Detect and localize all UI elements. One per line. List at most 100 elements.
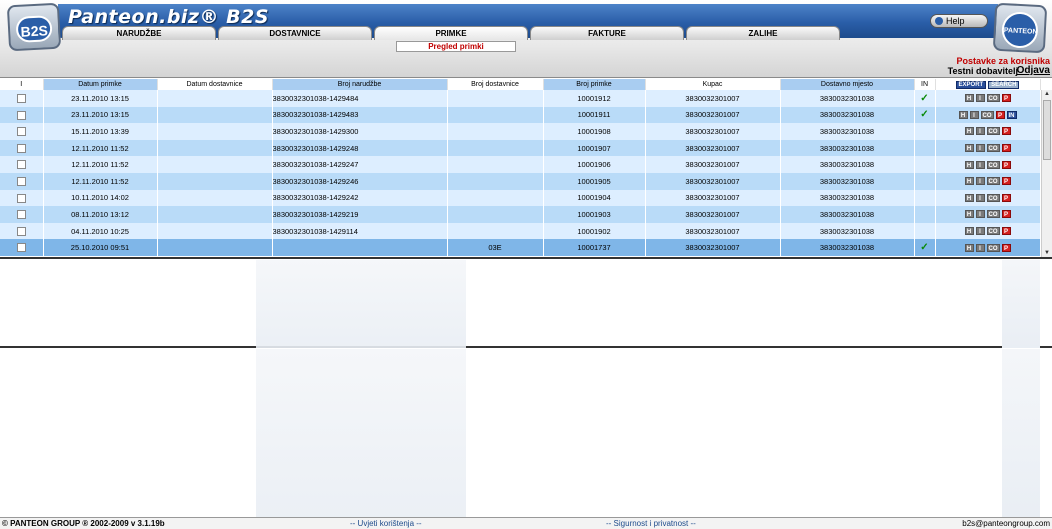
action-h-button[interactable]: H — [964, 94, 974, 103]
cell-dostavno-mjesto: 3830032301038 — [780, 106, 915, 124]
table-row[interactable]: 04.11.2010 10:25 3830032301038-1429114 100… — [0, 222, 1041, 240]
col-header-kupac[interactable]: Kupac — [645, 79, 781, 90]
col-header-i[interactable]: I — [0, 79, 44, 90]
cell-kupac: 3830032301007 — [645, 106, 781, 124]
action-p-button[interactable]: P — [1001, 210, 1011, 219]
action-in-button[interactable]: IN — [1006, 110, 1017, 119]
cell-in-status: ✓ — [914, 239, 936, 256]
table-row[interactable]: 23.11.2010 13:15 3830032301038-1429484 100… — [0, 90, 1041, 107]
scroll-up-icon[interactable]: ▲ — [1044, 91, 1050, 97]
scroll-thumb[interactable] — [1043, 100, 1051, 160]
table-row[interactable]: 12.11.2010 11:52 3830032301038-1429248 100… — [0, 139, 1041, 157]
action-p-button[interactable]: P — [1001, 227, 1011, 236]
table-row[interactable]: 15.11.2010 13:39 3830032301038-1429300 100… — [0, 123, 1041, 140]
tab-fakture[interactable]: FAKTURE — [530, 26, 684, 40]
col-header-broj-dostavnice[interactable]: Broj dostavnice — [447, 79, 544, 90]
cell-datum-primke: 12.11.2010 11:52 — [43, 139, 158, 157]
row-checkbox[interactable] — [16, 210, 26, 220]
action-p-button[interactable]: P — [995, 110, 1005, 119]
cell-kupac: 3830032301007 — [645, 139, 781, 157]
action-i-button[interactable]: I — [975, 210, 985, 219]
table-row[interactable]: 23.11.2010 13:15 3830032301038-1429483 100… — [0, 106, 1041, 124]
cell-broj-narudzbe: 3830032301038-1429114 — [272, 222, 448, 240]
action-co-button[interactable]: CO — [980, 110, 994, 119]
action-i-button[interactable]: I — [975, 227, 985, 236]
action-h-button[interactable]: H — [964, 227, 974, 236]
export-button[interactable]: EXPORT — [955, 81, 987, 89]
grid-scrollbar[interactable]: ▲ ▼ — [1041, 90, 1052, 257]
contact-email[interactable]: b2s@panteongroup.com — [962, 519, 1050, 528]
row-checkbox[interactable] — [16, 160, 26, 170]
row-checkbox[interactable] — [16, 127, 26, 137]
row-checkbox[interactable] — [16, 177, 26, 187]
row-checkbox[interactable] — [16, 226, 26, 236]
cell-broj-dostavnice — [447, 172, 544, 190]
action-co-button[interactable]: CO — [986, 193, 1000, 202]
action-p-button[interactable]: P — [1001, 243, 1011, 252]
action-i-button[interactable]: I — [975, 177, 985, 186]
action-co-button[interactable]: CO — [986, 177, 1000, 186]
action-i-button[interactable]: I — [975, 144, 985, 153]
table-row[interactable]: 12.11.2010 11:52 3830032301038-1429247 100… — [0, 156, 1041, 173]
action-p-button[interactable]: P — [1001, 94, 1011, 103]
tab-zalihe[interactable]: ZALIHE — [686, 26, 840, 40]
table-row[interactable]: 10.11.2010 14:02 3830032301038-1429242 100… — [0, 189, 1041, 207]
action-co-button[interactable]: CO — [986, 144, 1000, 153]
action-p-button[interactable]: P — [1001, 177, 1011, 186]
col-header-dostavno-mjesto[interactable]: Dostavno mjesto — [780, 79, 915, 90]
action-i-button[interactable]: I — [975, 160, 985, 169]
action-h-button[interactable]: H — [964, 243, 974, 252]
row-checkbox[interactable] — [16, 110, 26, 120]
tab-narudzbe[interactable]: NARUDŽBE — [62, 26, 216, 40]
tab-primke[interactable]: PRIMKE — [374, 26, 528, 40]
action-co-button[interactable]: CO — [986, 160, 1000, 169]
subtab-pregled-primki[interactable]: Pregled primki — [396, 41, 516, 52]
action-co-button[interactable]: CO — [986, 94, 1000, 103]
help-button[interactable]: Help — [930, 14, 988, 28]
logout-link[interactable]: Odjava — [1017, 65, 1050, 76]
row-checkbox[interactable] — [16, 94, 26, 104]
action-h-button[interactable]: H — [964, 144, 974, 153]
col-header-broj-primke[interactable]: Broj primke — [543, 79, 646, 90]
action-p-button[interactable]: P — [1001, 127, 1011, 136]
col-header-broj-narudzbe[interactable]: Broj narudžbe — [272, 79, 448, 90]
action-i-button[interactable]: I — [975, 193, 985, 202]
privacy-link[interactable]: -- Sigurnost i privatnost -- — [606, 519, 696, 528]
receipts-grid: I Datum primke Datum dostavnice Broj nar… — [0, 79, 1052, 259]
action-p-button[interactable]: P — [1001, 144, 1011, 153]
action-p-button[interactable]: P — [1001, 160, 1011, 169]
action-co-button[interactable]: CO — [986, 227, 1000, 236]
action-co-button[interactable]: CO — [986, 243, 1000, 252]
cell-datum-dostavnice — [157, 172, 273, 190]
action-co-button[interactable]: CO — [986, 127, 1000, 136]
table-row[interactable]: 08.11.2010 13:12 3830032301038-1429219 100… — [0, 206, 1041, 223]
action-h-button[interactable]: H — [964, 127, 974, 136]
action-h-button[interactable]: H — [964, 210, 974, 219]
cell-datum-dostavnice — [157, 106, 273, 124]
tab-dostavnice[interactable]: DOSTAVNICE — [218, 26, 372, 40]
action-p-button[interactable]: P — [1001, 193, 1011, 202]
action-h-button[interactable]: H — [958, 110, 968, 119]
table-row[interactable]: 12.11.2010 11:52 3830032301038-1429246 100… — [0, 172, 1041, 190]
scroll-down-icon[interactable]: ▼ — [1044, 250, 1050, 256]
action-h-button[interactable]: H — [964, 160, 974, 169]
action-i-button[interactable]: I — [969, 110, 979, 119]
action-co-button[interactable]: CO — [986, 210, 1000, 219]
action-h-button[interactable]: H — [964, 193, 974, 202]
table-row[interactable]: 25.10.2010 09:51 03E 10001737 3830032301007… — [0, 239, 1041, 256]
cell-datum-dostavnice — [157, 222, 273, 240]
action-h-button[interactable]: H — [964, 177, 974, 186]
row-checkbox[interactable] — [16, 243, 26, 253]
col-header-datum-dostavnice[interactable]: Datum dostavnice — [157, 79, 273, 90]
action-i-button[interactable]: I — [975, 94, 985, 103]
action-i-button[interactable]: I — [975, 127, 985, 136]
cell-actions: H I CO P — [935, 206, 1041, 223]
col-header-in[interactable]: IN — [914, 79, 936, 90]
terms-link[interactable]: -- Uvjeti korištenja -- — [350, 519, 422, 528]
row-checkbox[interactable] — [16, 193, 26, 203]
table-header-row: I Datum primke Datum dostavnice Broj nar… — [0, 79, 1041, 90]
search-button[interactable]: SEARCH — [988, 81, 1020, 89]
col-header-datum-primke[interactable]: Datum primke — [43, 79, 158, 90]
action-i-button[interactable]: I — [975, 243, 985, 252]
row-checkbox[interactable] — [16, 143, 26, 153]
